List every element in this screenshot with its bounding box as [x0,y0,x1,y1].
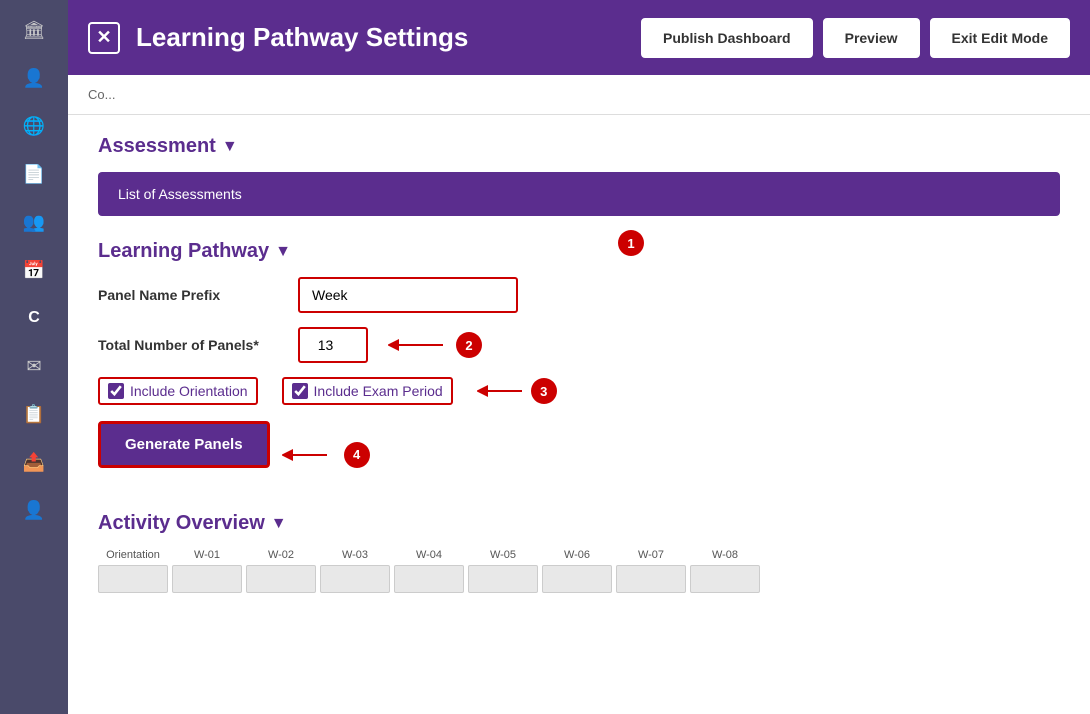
main-area: ✕ Learning Pathway Settings Publish Dash… [68,0,1090,714]
activity-overview-section: Activity Overview ▼ OrientationW-01W-02W… [98,512,1060,593]
generate-panels-row: Generate Panels 4 [98,421,1060,488]
assessment-collapse-icon[interactable]: ▼ [222,138,238,156]
activity-columns: OrientationW-01W-02W-03W-04W-05W-06W-07W… [98,549,1060,593]
publish-dashboard-button[interactable]: Publish Dashboard [641,18,813,58]
c-label-icon[interactable]: C [14,298,54,338]
content-area: Assessment ▼ List of Assessments Learnin… [68,115,1090,714]
close-button[interactable]: ✕ [88,22,120,54]
include-orientation-checkbox-label[interactable]: Include Orientation [98,377,258,405]
preview-button[interactable]: Preview [823,18,920,58]
annotation-1-container: 1 [618,230,644,256]
activity-overview-collapse-icon[interactable]: ▼ [271,515,287,533]
total-panels-label: Total Number of Panels* [98,337,298,353]
activity-col: W-04 [394,549,464,593]
annotation-circle-4: 4 [344,442,370,468]
exit-edit-mode-button[interactable]: Exit Edit Mode [930,18,1070,58]
mail-icon[interactable]: ✉ [14,346,54,386]
arrow-2-svg [388,335,448,355]
activity-col: W-02 [246,549,316,593]
annotation-circle-2: 2 [456,332,482,358]
globe-icon[interactable]: 🌐 [14,106,54,146]
generate-panels-button[interactable]: Generate Panels [98,421,270,468]
arrow-4-svg [282,445,332,465]
home-icon[interactable]: 🏛 [14,10,54,50]
page-title: Learning Pathway Settings [136,22,641,53]
sidebar: 🏛 👤 🌐 📄 👥 📅 C ✉ 📋 📤 👤 [0,0,68,714]
assessment-section-title: Assessment ▼ [98,135,1060,158]
include-exam-period-checkbox-label[interactable]: Include Exam Period [282,377,453,405]
activity-col: Orientation [98,549,168,593]
assessment-section: Assessment ▼ List of Assessments [98,135,1060,216]
header-bar: ✕ Learning Pathway Settings Publish Dash… [68,0,1090,75]
panel-name-prefix-label: Panel Name Prefix [98,287,298,303]
annotation-circle-1: 1 [618,230,644,256]
learning-pathway-section: Learning Pathway ▼ 1 Panel Name Prefix T… [98,240,1060,488]
activity-col: W-05 [468,549,538,593]
users-icon[interactable]: 👥 [14,202,54,242]
arrow-3-svg [477,381,527,401]
activity-col: W-03 [320,549,390,593]
checkboxes-row: Include Orientation Include Exam Period [98,377,1060,405]
user2-icon[interactable]: 👤 [14,490,54,530]
activity-col: W-08 [690,549,760,593]
document-icon[interactable]: 📄 [14,154,54,194]
assessment-bar: List of Assessments [98,172,1060,216]
total-panels-input[interactable] [298,327,368,363]
export-icon[interactable]: 📤 [14,442,54,482]
panel-name-prefix-row: Panel Name Prefix [98,277,1060,313]
activity-overview-title: Activity Overview ▼ [98,512,1060,535]
learning-pathway-collapse-icon[interactable]: ▼ [275,243,291,261]
user-icon[interactable]: 👤 [14,58,54,98]
header-buttons: Publish Dashboard Preview Exit Edit Mode [641,18,1070,58]
sub-header: Co... [68,75,1090,115]
total-panels-row: Total Number of Panels* 2 [98,327,1060,363]
breadcrumb: Co... [88,87,115,102]
activity-col: W-07 [616,549,686,593]
activity-col: W-01 [172,549,242,593]
include-orientation-checkbox[interactable] [108,383,124,399]
file-icon[interactable]: 📋 [14,394,54,434]
learning-pathway-section-title: Learning Pathway ▼ [98,240,1060,263]
include-exam-period-checkbox[interactable] [292,383,308,399]
calendar-icon[interactable]: 📅 [14,250,54,290]
annotation-circle-3: 3 [531,378,557,404]
panel-name-prefix-input[interactable] [298,277,518,313]
activity-col: W-06 [542,549,612,593]
